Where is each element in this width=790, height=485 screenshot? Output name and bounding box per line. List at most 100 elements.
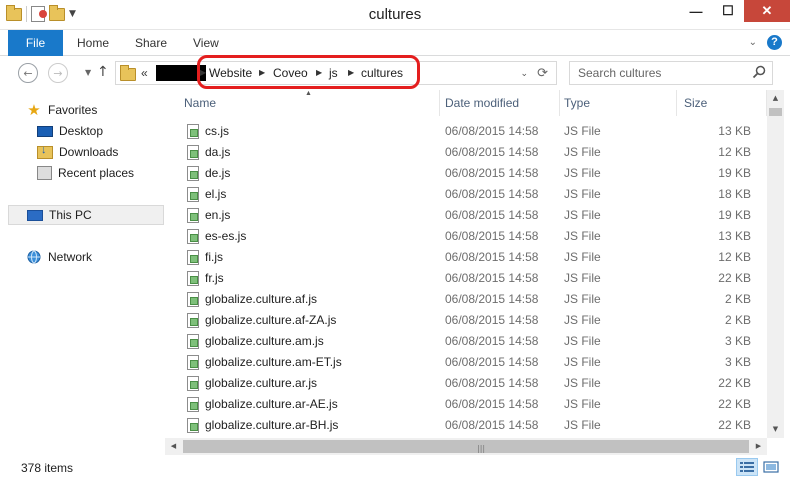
file-row[interactable]: globalize.culture.af-ZA.js 06/08/2015 14:…: [165, 310, 765, 331]
scroll-left-arrow-icon[interactable]: ◀: [165, 438, 182, 455]
large-icons-view-button[interactable]: [760, 458, 782, 476]
file-row[interactable]: globalize.culture.af.js 06/08/2015 14:58 J…: [165, 289, 765, 310]
file-name: globalize.culture.af-ZA.js: [205, 313, 337, 327]
vertical-scrollbar[interactable]: ▲ ▼: [767, 90, 784, 438]
scroll-down-arrow-icon[interactable]: ▼: [767, 421, 784, 438]
file-size: 2 KB: [724, 292, 751, 306]
file-type: JS File: [564, 166, 601, 180]
ribbon-tabs: File Home Share View ⌄ ?: [0, 30, 790, 56]
file-row[interactable]: de.js 06/08/2015 14:58 JS File 19 KB: [165, 163, 765, 184]
scroll-grip-icon: |||: [477, 444, 486, 453]
navigation-pane: ★ Favorites Desktop Downloads Recent pla…: [0, 90, 165, 455]
scroll-right-arrow-icon[interactable]: ▶: [750, 438, 767, 455]
sidebar-item-label: Downloads: [59, 145, 119, 159]
file-date-modified: 06/08/2015 14:58: [445, 292, 539, 306]
refresh-icon[interactable]: ⟳: [537, 65, 548, 81]
sidebar-item-favorites[interactable]: ★ Favorites: [26, 100, 97, 120]
file-name: es-es.js: [205, 229, 247, 243]
tab-file[interactable]: File: [8, 30, 63, 56]
file-row[interactable]: globalize.culture.ar-AE.js 06/08/2015 14:…: [165, 394, 765, 415]
recent-locations-chevron-icon[interactable]: ▼: [85, 68, 91, 77]
file-type: JS File: [564, 418, 601, 432]
file-size: 22 KB: [718, 271, 751, 285]
file-type: JS File: [564, 397, 601, 411]
file-size: 12 KB: [718, 250, 751, 264]
js-file-icon: [187, 208, 199, 223]
file-name: globalize.culture.am-ET.js: [205, 355, 342, 369]
search-box[interactable]: [569, 61, 773, 85]
file-row[interactable]: globalize.culture.am.js 06/08/2015 14:58 J…: [165, 331, 765, 352]
file-row[interactable]: el.js 06/08/2015 14:58 JS File 18 KB: [165, 184, 765, 205]
file-name: globalize.culture.ar-BH.js: [205, 418, 339, 432]
js-file-icon: [187, 271, 199, 286]
sidebar-item-label: This PC: [49, 208, 92, 222]
file-type: JS File: [564, 145, 601, 159]
horizontal-scroll-thumb[interactable]: |||: [183, 440, 749, 453]
file-size: 12 KB: [718, 145, 751, 159]
file-date-modified: 06/08/2015 14:58: [445, 208, 539, 222]
file-row[interactable]: en.js 06/08/2015 14:58 JS File 19 KB: [165, 205, 765, 226]
forward-button[interactable]: →: [48, 63, 68, 83]
tab-view[interactable]: View: [193, 30, 219, 56]
breadcrumb-overflow[interactable]: «: [141, 66, 148, 80]
column-header-name[interactable]: Name: [165, 90, 440, 116]
file-type: JS File: [564, 250, 601, 264]
file-name: el.js: [205, 187, 227, 201]
file-row[interactable]: fi.js 06/08/2015 14:58 JS File 12 KB: [165, 247, 765, 268]
details-view-button[interactable]: [736, 458, 758, 476]
file-size: 13 KB: [718, 124, 751, 138]
column-header-type[interactable]: Type: [560, 90, 677, 116]
file-row[interactable]: globalize.culture.ar.js 06/08/2015 14:58 J…: [165, 373, 765, 394]
file-row[interactable]: globalize.culture.am-ET.js 06/08/2015 14:…: [165, 352, 765, 373]
file-type: JS File: [564, 208, 601, 222]
file-size: 13 KB: [718, 229, 751, 243]
column-header-date-modified[interactable]: Date modified: [440, 90, 560, 116]
file-row[interactable]: es-es.js 06/08/2015 14:58 JS File 13 KB: [165, 226, 765, 247]
js-file-icon: [187, 250, 199, 265]
file-row[interactable]: da.js 06/08/2015 14:58 JS File 12 KB: [165, 142, 765, 163]
file-size: 3 KB: [724, 355, 751, 369]
vertical-scroll-thumb[interactable]: [769, 108, 782, 116]
sidebar-item-this-pc[interactable]: This PC: [8, 205, 164, 225]
address-history-chevron-icon[interactable]: ⌄: [520, 68, 528, 79]
file-type: JS File: [564, 229, 601, 243]
minimize-button[interactable]: —: [680, 0, 712, 22]
sidebar-item-desktop[interactable]: Desktop: [37, 121, 103, 141]
back-button[interactable]: ←: [18, 63, 38, 83]
horizontal-scrollbar[interactable]: ◀ ||| ▶: [165, 438, 767, 455]
maximize-button[interactable]: ☐: [712, 0, 744, 22]
search-icon[interactable]: [752, 65, 766, 79]
file-name: cs.js: [205, 124, 229, 138]
sidebar-item-downloads[interactable]: Downloads: [37, 142, 118, 162]
file-size: 18 KB: [718, 187, 751, 201]
file-row[interactable]: cs.js 06/08/2015 14:58 JS File 13 KB: [165, 121, 765, 142]
column-header-size[interactable]: Size: [677, 90, 767, 116]
help-icon[interactable]: ?: [767, 35, 782, 50]
sidebar-item-recent-places[interactable]: Recent places: [37, 163, 134, 183]
expand-ribbon-chevron-icon[interactable]: ⌄: [749, 37, 757, 48]
file-name: globalize.culture.am.js: [205, 334, 324, 348]
tab-share[interactable]: Share: [135, 30, 167, 56]
close-button[interactable]: ✕: [744, 0, 790, 22]
sidebar-item-network[interactable]: Network: [26, 247, 92, 267]
tab-home[interactable]: Home: [77, 30, 109, 56]
file-name: globalize.culture.ar.js: [205, 376, 318, 390]
scroll-up-arrow-icon[interactable]: ▲: [767, 90, 784, 107]
title-bar: ▼ cultures — ☐ ✕: [0, 0, 790, 30]
large-icons-view-icon: [763, 461, 779, 473]
up-arrow-icon[interactable]: ↑: [97, 64, 109, 80]
file-date-modified: 06/08/2015 14:58: [445, 313, 539, 327]
address-highlight-annotation: [197, 55, 420, 89]
js-file-icon: [187, 397, 199, 412]
downloads-icon: [37, 144, 53, 159]
file-size: 22 KB: [718, 376, 751, 390]
file-row[interactable]: fr.js 06/08/2015 14:58 JS File 22 KB: [165, 268, 765, 289]
js-file-icon: [187, 292, 199, 307]
item-count: 378 items: [21, 461, 74, 475]
network-icon: [27, 250, 41, 264]
file-row[interactable]: globalize.culture.ar-BH.js 06/08/2015 14:…: [165, 415, 765, 436]
file-date-modified: 06/08/2015 14:58: [445, 376, 539, 390]
file-date-modified: 06/08/2015 14:58: [445, 124, 539, 138]
file-type: JS File: [564, 271, 601, 285]
search-input[interactable]: [570, 62, 745, 84]
